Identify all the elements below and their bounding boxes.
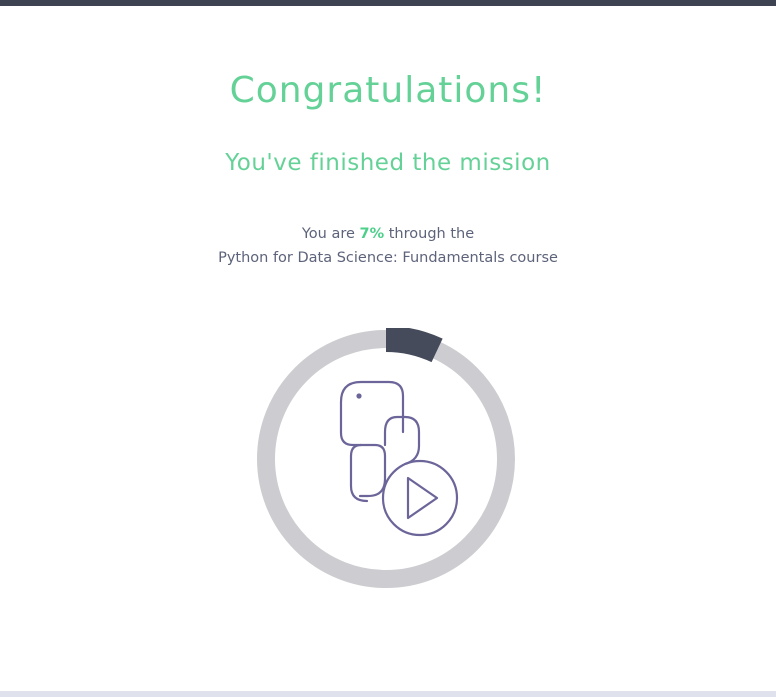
- progress-prefix: You are: [301, 226, 360, 242]
- progress-ring: [255, 326, 517, 590]
- progress-suffix: through the: [384, 226, 475, 242]
- congratulations-title: Congratulations!: [229, 70, 547, 111]
- progress-ring-svg: [257, 326, 515, 588]
- progress-percent: 7%: [359, 226, 385, 242]
- progress-ring-fill: [385, 326, 443, 363]
- mission-finished-subtitle: You've finished the mission: [225, 150, 551, 176]
- python-play-icon: [339, 380, 459, 537]
- bottom-bar: [0, 691, 776, 697]
- course-progress-text: You are 7% through the Python for Data S…: [0, 222, 776, 270]
- course-name: Python for Data Science: Fundamentals co…: [218, 250, 558, 266]
- top-bar: [0, 0, 776, 6]
